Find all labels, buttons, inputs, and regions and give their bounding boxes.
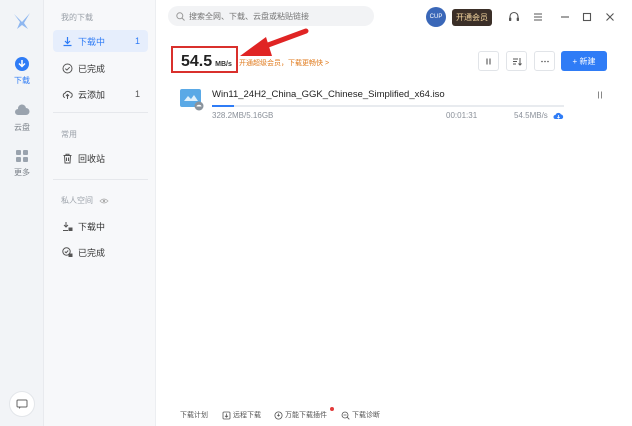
sidebar-item-label: 已完成 <box>78 247 106 258</box>
divider <box>53 112 148 113</box>
sort-icon <box>512 57 522 66</box>
eye-icon[interactable] <box>99 197 109 205</box>
remote-icon <box>222 411 231 419</box>
cloud-upload-icon <box>62 90 73 99</box>
sort-button[interactable] <box>506 51 527 71</box>
headset-icon[interactable] <box>507 10 521 24</box>
pause-icon <box>486 58 491 64</box>
section-common: 常用 <box>61 130 77 139</box>
cloud-icon <box>15 104 30 115</box>
open-vip-button[interactable]: 开通会员 <box>452 9 492 26</box>
lock-check-icon <box>62 246 73 257</box>
section-private: 私人空间 <box>61 195 109 206</box>
sidebar-item-count: 1 <box>134 36 140 46</box>
chat-icon <box>16 399 28 409</box>
minimize-icon[interactable] <box>558 10 572 24</box>
disc-image-file-icon <box>180 89 204 111</box>
annotation-arrow-icon <box>240 28 309 56</box>
close-icon[interactable] <box>603 10 617 24</box>
more-dots-icon <box>540 60 549 62</box>
diagnose-icon <box>341 411 350 420</box>
maximize-icon[interactable] <box>580 10 594 24</box>
rail-item-label: 云盘 <box>14 123 30 132</box>
total-speed-value: 54.5 <box>181 53 213 70</box>
sidebar-item-label: 下载中 <box>78 36 106 47</box>
sidebar-item-count: 1 <box>134 89 140 99</box>
task-pause-icon[interactable] <box>595 90 605 100</box>
new-task-button[interactable]: + 新建 <box>561 51 607 71</box>
footer-label: 万能下载插件 <box>285 412 327 419</box>
left-rail: 下载 云盘 更多 <box>0 0 44 426</box>
notification-dot <box>330 407 334 411</box>
task-progress-fill <box>212 105 235 107</box>
pause-all-button[interactable] <box>478 51 499 71</box>
footer-universal-plugin[interactable]: 万能下载插件 <box>274 410 327 420</box>
feedback-button[interactable] <box>9 391 35 417</box>
section-my-downloads: 我的下载 <box>61 13 93 22</box>
sidebar-item-private-completed[interactable]: 已完成 <box>53 241 148 263</box>
sidebar-item-recycle[interactable]: 回收站 <box>53 147 148 169</box>
app-logo-icon <box>14 13 30 29</box>
footer-download-plan[interactable]: 下载计划 <box>180 410 208 420</box>
sidebar-item-downloading[interactable]: 下载中 1 <box>53 30 148 52</box>
sidebar-item-label: 回收站 <box>78 153 106 164</box>
sidebar-item-cloud-add[interactable]: 云添加 1 <box>53 83 148 105</box>
task-progress-bar <box>212 105 564 107</box>
sidebar: 我的下载 下载中 1 已完成 云添加 1 常用 回收站 私人空间 下载中 已完成 <box>44 0 156 426</box>
lock-download-icon <box>63 221 73 231</box>
divider <box>53 179 148 180</box>
total-speed-box: 54.5 MB/s <box>171 46 238 73</box>
task-remaining-time: 00:01:31 <box>446 111 478 120</box>
check-circle-icon <box>62 63 73 73</box>
section-private-label: 私人空间 <box>61 196 93 205</box>
download-icon <box>15 57 29 71</box>
sidebar-item-label: 已完成 <box>78 63 106 74</box>
rail-item-label: 更多 <box>14 168 30 177</box>
search-input[interactable] <box>189 11 369 21</box>
trash-icon <box>63 153 72 163</box>
footer-label: 远程下载 <box>233 412 261 419</box>
avatar[interactable]: CUP <box>426 7 446 27</box>
sidebar-item-private-downloading[interactable]: 下载中 <box>53 215 148 237</box>
footer-label: 下载计划 <box>180 412 208 419</box>
download-icon <box>63 36 72 46</box>
footer-remote-download[interactable]: 远程下载 <box>222 410 261 420</box>
footer-label: 下载诊断 <box>352 412 380 419</box>
task-file-name: Win11_24H2_China_GGK_Chinese_Simplified_… <box>212 89 445 100</box>
task-speed: 54.5MB/s <box>514 111 548 120</box>
rail-item-cloud[interactable]: 云盘 <box>0 103 44 133</box>
sidebar-item-label: 云添加 <box>78 89 106 100</box>
footer-download-diagnose[interactable]: 下载诊断 <box>341 410 380 420</box>
plugin-icon <box>274 411 283 419</box>
rail-item-download[interactable]: 下载 <box>0 56 44 86</box>
rail-item-label: 下载 <box>14 76 30 85</box>
sidebar-item-label: 下载中 <box>78 221 106 232</box>
menu-icon[interactable] <box>531 10 545 24</box>
more-options-button[interactable] <box>534 51 555 71</box>
sidebar-item-completed[interactable]: 已完成 <box>53 57 148 79</box>
cloud-download-icon <box>553 112 564 119</box>
apps-grid-icon <box>16 150 28 162</box>
rail-item-more[interactable]: 更多 <box>0 148 44 178</box>
search-icon <box>176 11 185 21</box>
task-size: 328.2MB/5.16GB <box>212 111 274 120</box>
task-row[interactable]: Win11_24H2_China_GGK_Chinese_Simplified_… <box>172 84 612 126</box>
